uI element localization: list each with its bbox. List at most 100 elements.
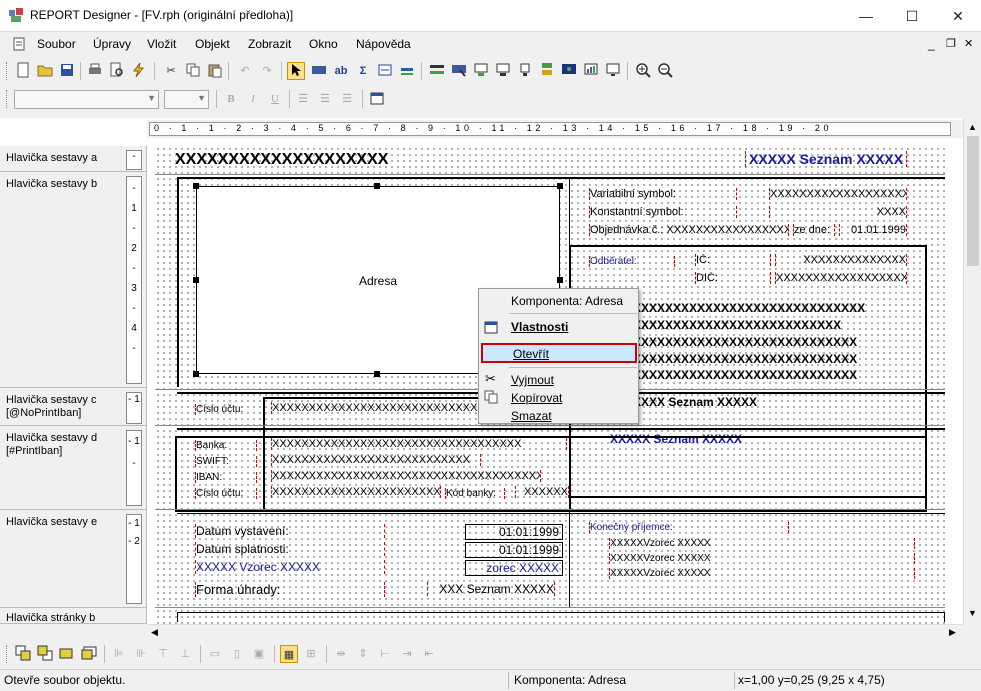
customer-line-3[interactable]: XXXXXXXXXXXXXXXXXXXXXXXXXXXXX — [625, 335, 905, 349]
tab-order-icon[interactable]: ⇥ — [398, 645, 416, 663]
monitor-icon[interactable] — [604, 62, 622, 80]
minimize-button[interactable]: — — [843, 0, 889, 32]
band-icon[interactable] — [428, 62, 446, 80]
send-back-icon[interactable] — [36, 645, 54, 663]
menu-upravy[interactable]: Úpravy — [93, 37, 131, 51]
text-field-icon[interactable]: ab — [332, 62, 350, 80]
group-footer-icon[interactable] — [494, 62, 512, 80]
menu-objekt[interactable]: Objekt — [195, 37, 230, 51]
menu-open[interactable]: Otevřít — [513, 347, 549, 361]
menu-properties[interactable]: Vlastnosti — [511, 320, 568, 334]
maximize-button[interactable]: ☐ — [889, 0, 935, 32]
bank-value[interactable]: XXXXXXXXXXXXXXXXXXXXXXXXXXXXXXXXXX — [271, 438, 567, 450]
scroll-right-icon[interactable]: ▶ — [949, 627, 956, 638]
bank-code-value[interactable]: XXXXXX — [515, 486, 569, 498]
header-left-field[interactable]: XXXXXXXXXXXXXXXXXXXX — [175, 151, 388, 169]
toolbar-grip[interactable] — [6, 645, 9, 663]
var-symbol-value[interactable]: XXXXXXXXXXXXXXXXXXXX — [769, 188, 907, 200]
resize-handle[interactable] — [193, 183, 199, 189]
italic-button[interactable]: I — [244, 90, 262, 108]
resize-handle[interactable] — [193, 371, 199, 377]
scroll-thumb[interactable] — [967, 136, 979, 266]
undo-icon[interactable]: ↶ — [236, 62, 254, 80]
customer-line-1[interactable]: XXXXXXXXXXXXXXXXXXXXXXXXXXXXXX — [625, 301, 905, 315]
menu-delete[interactable]: Smazat — [511, 409, 552, 423]
detail-band-icon[interactable] — [516, 62, 534, 80]
due-date-label[interactable]: Datum splatnosti: — [195, 542, 385, 556]
bring-forward-icon[interactable] — [58, 645, 76, 663]
sum-icon[interactable]: Σ — [354, 62, 372, 80]
iban-label[interactable]: IBAN: — [195, 472, 257, 483]
account2-value[interactable]: XXXXXXXXXXXXXXXXXXXXXXX — [271, 486, 441, 498]
resize-handle[interactable] — [557, 183, 563, 189]
menu-napoveda[interactable]: Nápověda — [356, 37, 411, 51]
dic-label[interactable]: DIČ: — [695, 272, 771, 284]
menu-vlozit[interactable]: Vložit — [147, 37, 176, 51]
chart-icon[interactable] — [582, 62, 600, 80]
group-header-icon[interactable] — [472, 62, 490, 80]
open-folder-icon[interactable] — [36, 62, 54, 80]
scroll-left-icon[interactable]: ◀ — [151, 627, 158, 638]
order-date-value[interactable]: 01.01.1999 — [839, 224, 907, 236]
save-icon[interactable] — [58, 62, 76, 80]
align-center-icon[interactable]: ☰ — [316, 90, 334, 108]
band-header-c[interactable]: Hlavička sestavy c [@NoPrintIban] - 1 — [0, 388, 147, 426]
customer-label[interactable]: Odběratel: — [589, 256, 675, 267]
same-width-icon[interactable]: ▭ — [206, 645, 224, 663]
formula-value[interactable]: zorec XXXXX — [465, 560, 563, 576]
resize-handle[interactable] — [374, 183, 380, 189]
underline-button[interactable]: U — [266, 90, 284, 108]
payment-label[interactable]: Forma úhrady: — [195, 582, 385, 597]
redo-icon[interactable]: ↷ — [258, 62, 276, 80]
toolbar-grip[interactable] — [6, 90, 9, 108]
image-insert-icon[interactable] — [560, 62, 578, 80]
bank-label[interactable]: Banka: — [195, 440, 257, 451]
menu-soubor[interactable]: Soubor — [37, 37, 76, 51]
paste-icon[interactable] — [206, 62, 224, 80]
horizontal-scrollbar[interactable]: ◀ ▶ — [147, 624, 963, 640]
resize-handle[interactable] — [557, 277, 563, 283]
close-button[interactable]: ✕ — [935, 0, 981, 32]
line-tool-icon[interactable] — [398, 62, 416, 80]
run-lightning-icon[interactable] — [130, 62, 148, 80]
band-header-d[interactable]: Hlavička sestavy d [#PrintIban] - 1 - — [0, 426, 147, 510]
space-vertical-icon[interactable]: ⇕ — [354, 645, 372, 663]
iban-value[interactable]: XXXXXXXXXXXXXXXXXXXXXXXXXXXXXXXXXXXXX — [271, 470, 541, 482]
band-header-e[interactable]: Hlavička sestavy e - 1 - 2 — [0, 510, 147, 608]
due-date-value[interactable]: 01:01:1999 — [465, 542, 563, 558]
align-left-edges-icon[interactable]: ⊫ — [110, 645, 128, 663]
menu-open-highlight[interactable]: Otevřít — [481, 343, 637, 363]
scroll-down-icon[interactable]: ▼ — [968, 608, 977, 618]
vertical-scrollbar[interactable]: ▲ ▼ — [963, 118, 981, 624]
document-icon[interactable] — [12, 37, 26, 51]
swift-label[interactable]: SWIFT: — [195, 456, 257, 467]
same-height-icon[interactable]: ▯ — [228, 645, 246, 663]
swift-value[interactable]: XXXXXXXXXXXXXXXXXXXXXXXXXXX — [271, 454, 481, 466]
customer-line-5[interactable]: XXXXXXXXXXXXXXXXXXXXXXXXXXXXX — [625, 368, 905, 382]
band-page-header-b[interactable]: Hlavička stránky b — [0, 608, 147, 624]
same-size-icon[interactable]: ▣ — [250, 645, 268, 663]
account2-label[interactable]: Číslo účtu: — [195, 488, 257, 499]
const-symbol-label[interactable]: Konstantní symbol: — [589, 206, 737, 218]
tab-order-auto-icon[interactable]: ⇤ — [420, 645, 438, 663]
pointer-select-icon[interactable] — [287, 62, 305, 80]
resize-handle[interactable] — [193, 277, 199, 283]
order-field[interactable]: Objednávka č.: XXXXXXXXXXXXXXXXXX — [589, 224, 789, 236]
customer-line-4[interactable]: XXXXXXXXXXXXXXXXXXXXXXXXXXXXX — [625, 352, 905, 366]
space-horizontal-icon[interactable]: ⇹ — [332, 645, 350, 663]
band-edit-icon[interactable] — [450, 62, 468, 80]
formula-icon[interactable] — [376, 62, 394, 80]
menu-cut[interactable]: Vyjmout — [511, 373, 554, 387]
menu-zobrazit[interactable]: Zobrazit — [248, 37, 291, 51]
properties-icon[interactable] — [368, 90, 386, 108]
print-preview-icon[interactable] — [108, 62, 126, 80]
customer-line-2[interactable]: XXXXXXXXXXXXXXXXXXXXXXXXXXX — [625, 318, 905, 332]
grid-toggle-icon[interactable]: ▦ — [280, 645, 298, 663]
align-centers-icon[interactable]: ⊪ — [132, 645, 150, 663]
band-header-b[interactable]: Hlavička sestavy b - 1 - 2 - 3 - 4 - — [0, 172, 147, 388]
print-icon[interactable] — [86, 62, 104, 80]
issue-date-value[interactable]: 01:01:1999 — [465, 524, 563, 540]
toolbar-grip[interactable] — [6, 62, 9, 80]
zoom-out-icon[interactable] — [656, 62, 674, 80]
dic-value[interactable]: XXXXXXXXXXXXXXXXXXXX — [775, 272, 907, 284]
